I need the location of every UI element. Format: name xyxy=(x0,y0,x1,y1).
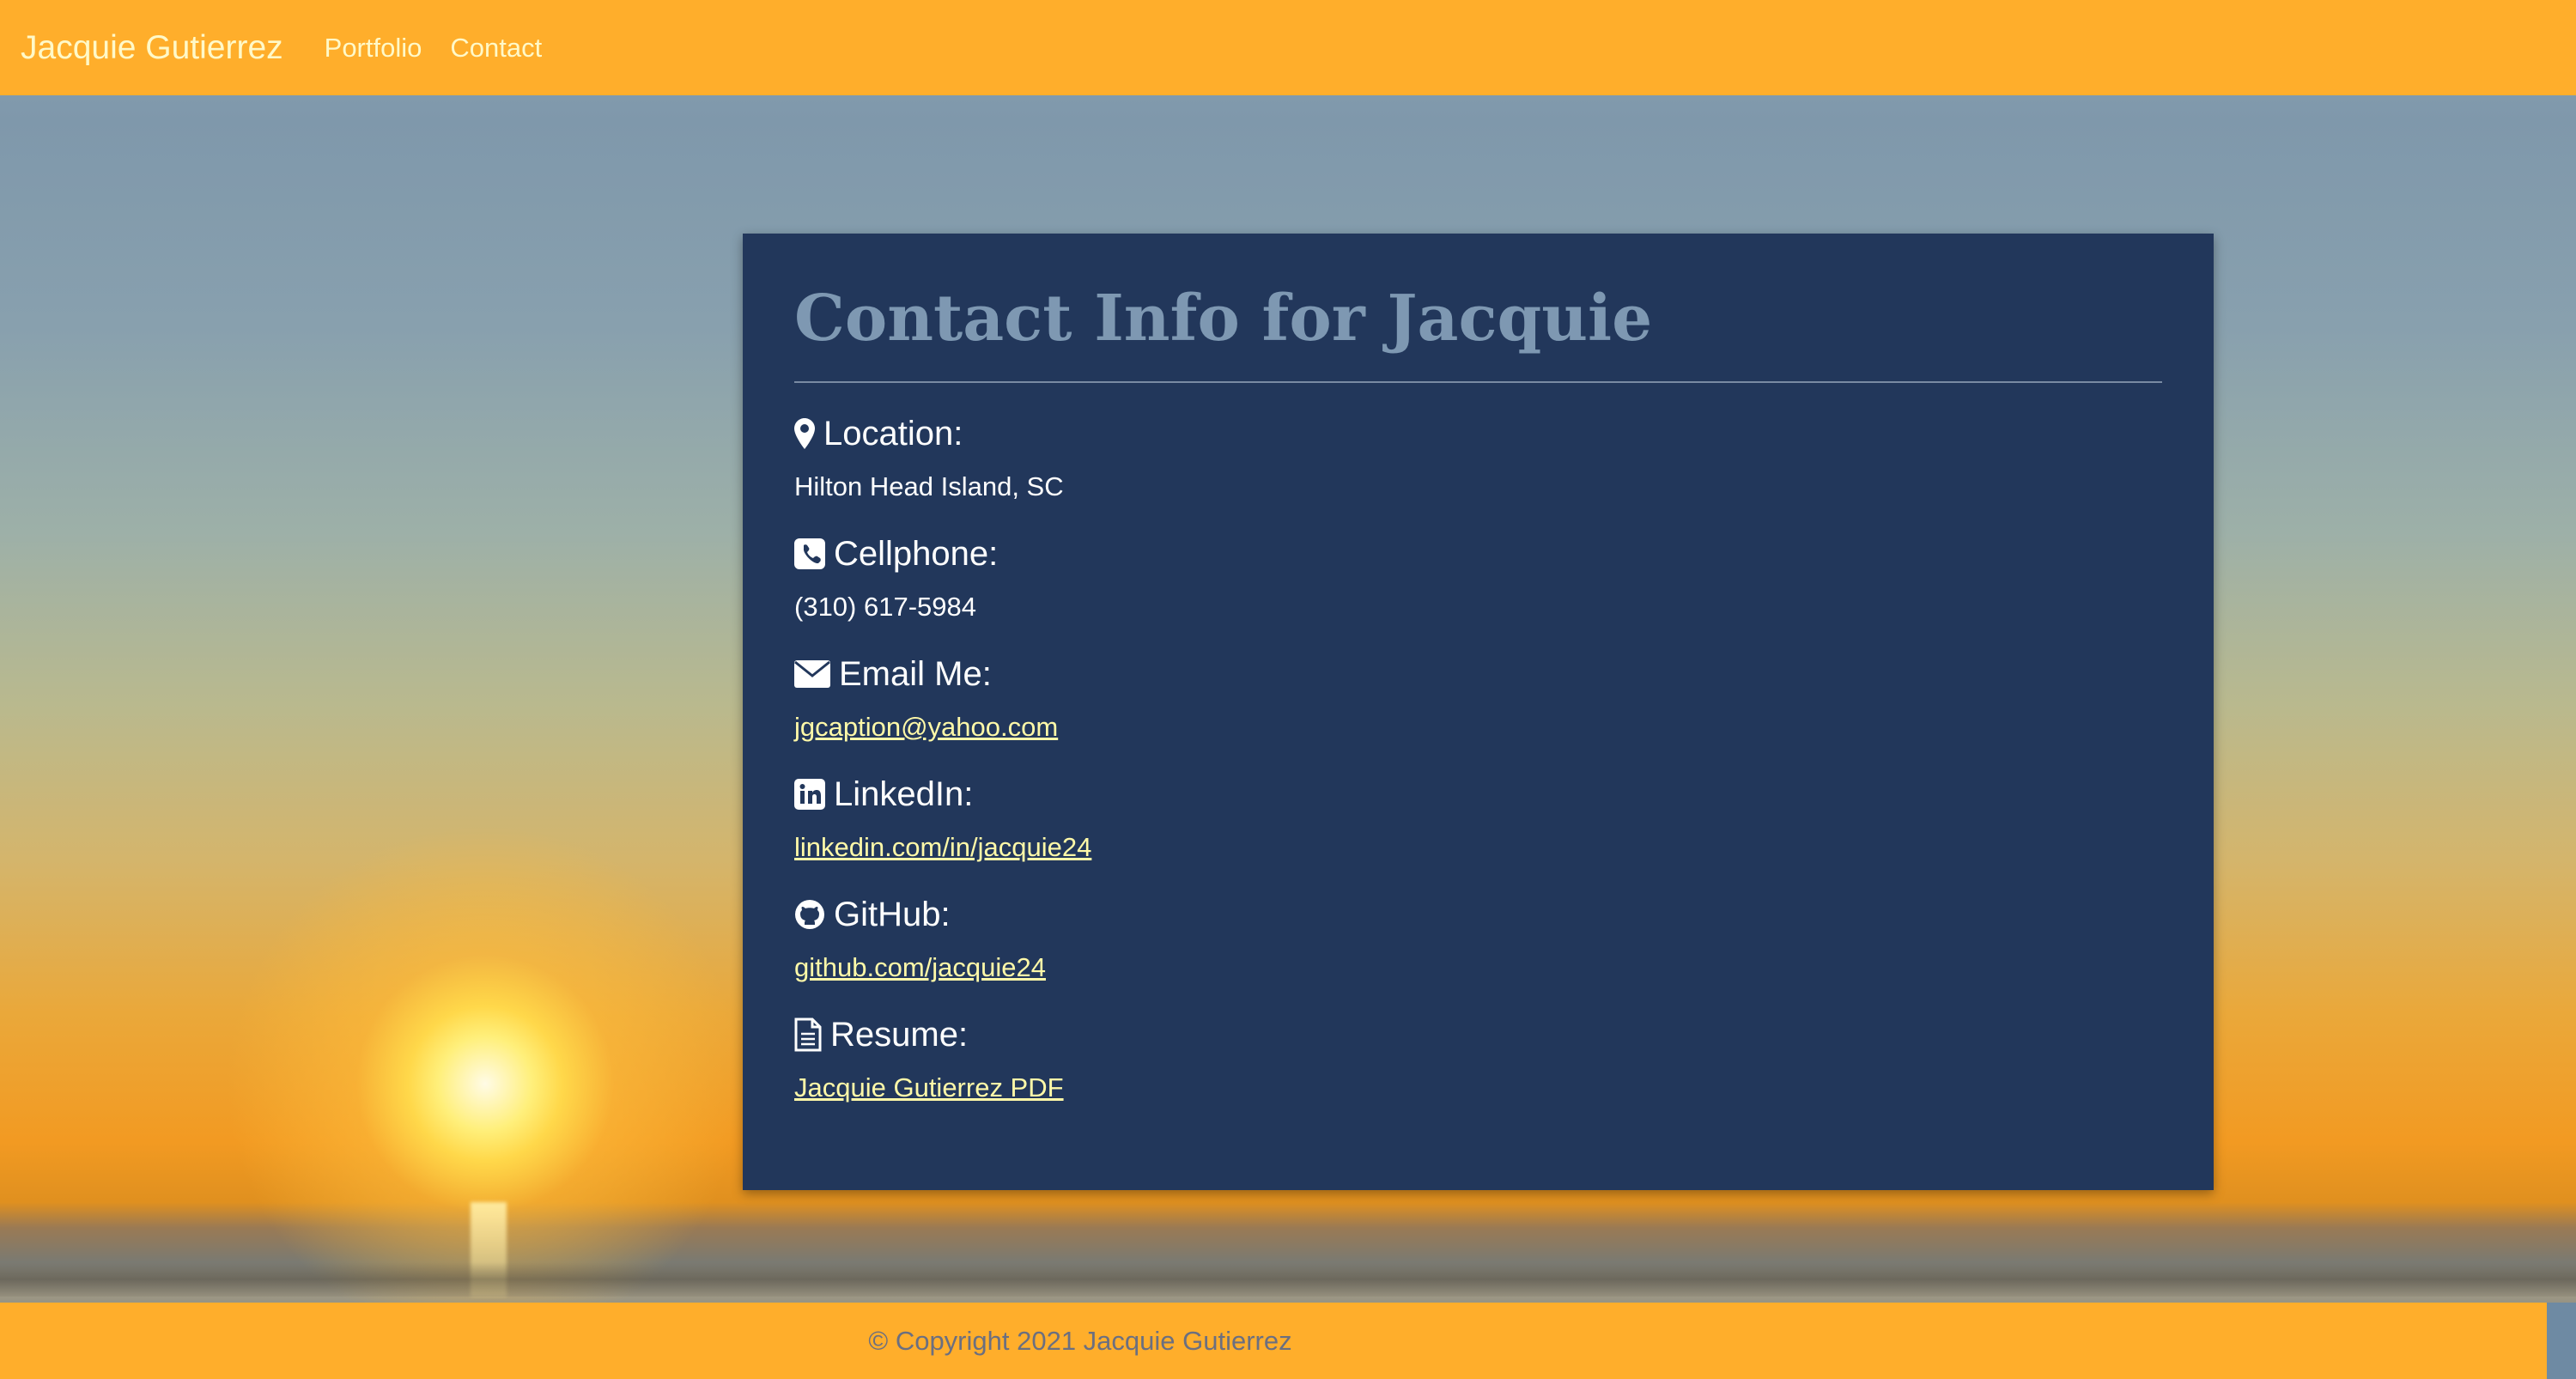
nav-link-contact[interactable]: Contact xyxy=(450,33,542,64)
resume-link[interactable]: Jacquie Gutierrez PDF xyxy=(794,1072,1064,1103)
contact-card: Contact Info for Jacquie Location: Hilto… xyxy=(743,234,2214,1190)
github-icon xyxy=(794,899,825,930)
linkedin-label: LinkedIn: xyxy=(834,775,974,813)
github-link[interactable]: github.com/jacquie24 xyxy=(794,952,1046,982)
copyright-text: © Copyright 2021 Jacquie Gutierrez xyxy=(868,1325,1292,1356)
resume-label: Resume: xyxy=(830,1015,969,1054)
linkedin-link[interactable]: linkedin.com/in/jacquie24 xyxy=(794,832,1091,862)
location-value: Hilton Head Island, SC xyxy=(794,471,1064,501)
github-label: GitHub: xyxy=(834,895,951,933)
file-icon xyxy=(794,1018,822,1052)
cellphone-value: (310) 617-5984 xyxy=(794,592,976,622)
contact-item-cellphone: Cellphone: (310) 617-5984 xyxy=(794,532,2162,623)
email-label: Email Me: xyxy=(839,654,992,693)
title-divider xyxy=(794,381,2162,383)
shoreline xyxy=(0,1262,2576,1297)
footer-edge xyxy=(2547,1303,2576,1379)
map-marker-icon xyxy=(794,418,815,449)
contact-item-github: GitHub: github.com/jacquie24 xyxy=(794,893,2162,984)
location-label: Location: xyxy=(823,414,963,453)
email-link[interactable]: jgcaption@yahoo.com xyxy=(794,712,1058,742)
page-title: Contact Info for Jacquie xyxy=(794,282,1653,355)
cellphone-label: Cellphone: xyxy=(834,534,999,573)
nav-link-portfolio[interactable]: Portfolio xyxy=(325,33,422,64)
brand-link[interactable]: Jacquie Gutierrez xyxy=(21,29,283,67)
contact-item-location: Location: Hilton Head Island, SC xyxy=(794,412,2162,503)
envelope-icon xyxy=(794,660,830,688)
phone-icon xyxy=(794,538,825,569)
contact-item-resume: Resume: Jacquie Gutierrez PDF xyxy=(794,1013,2162,1104)
navbar: Jacquie Gutierrez Portfolio Contact xyxy=(0,0,2576,95)
linkedin-icon xyxy=(794,779,825,810)
footer: © Copyright 2021 Jacquie Gutierrez xyxy=(0,1303,2547,1379)
contact-item-linkedin: LinkedIn: linkedin.com/in/jacquie24 xyxy=(794,773,2162,864)
contact-item-email: Email Me: jgcaption@yahoo.com xyxy=(794,653,2162,744)
